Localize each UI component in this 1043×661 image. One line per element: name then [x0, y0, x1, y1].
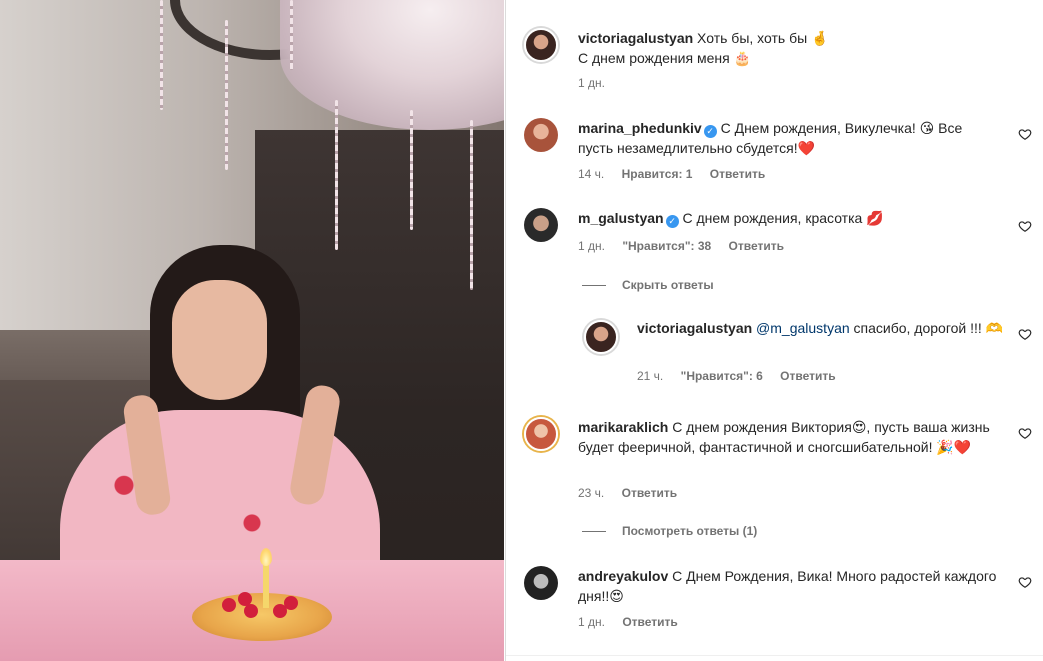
heart-icon[interactable] [1018, 426, 1034, 442]
heart-icon[interactable] [1018, 127, 1034, 143]
photo-raspberry [238, 592, 252, 606]
reply-body: спасибо, дорогой !!! 🫶 [849, 320, 1004, 336]
comment-text: m_galustyan ✓ С днем рождения, красотка 💋 [578, 208, 998, 228]
heart-icon[interactable] [1018, 327, 1034, 343]
view-replies-label: Посмотреть ответы (1) [622, 524, 758, 538]
reply-button[interactable]: Ответить [729, 239, 784, 253]
divider-line [582, 531, 606, 533]
reply-button[interactable]: Ответить [622, 615, 677, 629]
photo-raspberry [284, 596, 298, 610]
comment-text: marina_phedunkiv ✓ С Днем рождения, Викул… [578, 118, 998, 158]
comment-meta: 23 ч. Ответить [578, 486, 691, 500]
comment-text: marikaraklich С днем рождения Виктория😍,… [578, 417, 998, 457]
crystal-strand [470, 120, 473, 290]
username[interactable]: marina_phedunkiv [578, 120, 702, 136]
comment-meta: 1 дн. "Нравится": 38 Ответить [578, 239, 798, 253]
comment-meta: 1 дн. Ответить [578, 615, 692, 629]
crystal-strand [410, 110, 413, 230]
comment-text: andreyakulov С Днем Рождения, Вика! Мног… [578, 566, 998, 606]
crystal-strand [160, 0, 163, 110]
timestamp[interactable]: 1 дн. [578, 239, 605, 253]
likes-count[interactable]: Нравится: 1 [622, 167, 693, 181]
photo-cake [192, 593, 332, 641]
crystal-strand [225, 20, 228, 170]
reply-button[interactable]: Ответить [622, 486, 677, 500]
photo-raspberry [222, 598, 236, 612]
crystal-strand [290, 0, 293, 70]
photo-candle [263, 562, 269, 608]
timestamp[interactable]: 21 ч. [637, 369, 663, 383]
timestamp[interactable]: 1 дн. [578, 76, 605, 90]
avatar[interactable] [524, 28, 558, 62]
caption-text: victoriagalustyan Хоть бы, хоть бы 🤞 С д… [578, 28, 998, 68]
crystal-strand [335, 100, 338, 250]
timestamp[interactable]: 14 ч. [578, 167, 604, 181]
username[interactable]: victoriagalustyan [637, 320, 752, 336]
caption-line-2: С днем рождения меня 🎂 [578, 50, 752, 66]
reply-meta: 21 ч. "Нравится": 6 Ответить [637, 369, 850, 383]
timestamp[interactable]: 23 ч. [578, 486, 604, 500]
caption-meta: 1 дн. [578, 76, 619, 90]
username[interactable]: andreyakulov [578, 568, 668, 584]
username[interactable]: m_galustyan [578, 210, 664, 226]
hide-replies-button[interactable]: Скрыть ответы [582, 278, 714, 292]
likes-count[interactable]: "Нравится": 6 [681, 369, 763, 383]
comment-body: С днем рождения, красотка 💋 [682, 210, 884, 226]
avatar[interactable] [524, 118, 558, 152]
comment-meta: 14 ч. Нравится: 1 Ответить [578, 167, 779, 181]
timestamp[interactable]: 1 дн. [578, 615, 605, 629]
reply-button[interactable]: Ответить [710, 167, 765, 181]
panel-bottom-divider [506, 655, 1043, 656]
hide-replies-label: Скрыть ответы [622, 278, 714, 292]
comments-panel: victoriagalustyan Хоть бы, хоть бы 🤞 С д… [505, 0, 1043, 661]
heart-icon[interactable] [1018, 219, 1034, 235]
username[interactable]: victoriagalustyan [578, 30, 693, 46]
post-photo[interactable] [0, 0, 504, 661]
divider-line [582, 285, 606, 287]
caption-line-1: Хоть бы, хоть бы 🤞 [697, 30, 829, 46]
mention-link[interactable]: @m_galustyan [756, 320, 850, 336]
reply-button[interactable]: Ответить [780, 369, 835, 383]
photo-raspberry [244, 604, 258, 618]
heart-icon[interactable] [1018, 575, 1034, 591]
avatar[interactable] [524, 208, 558, 242]
avatar[interactable] [584, 320, 618, 354]
likes-count[interactable]: "Нравится": 38 [622, 239, 711, 253]
reply-text: victoriagalustyan @m_galustyan спасибо, … [637, 318, 1009, 338]
view-replies-button[interactable]: Посмотреть ответы (1) [582, 524, 757, 538]
verified-badge-icon: ✓ [665, 215, 679, 228]
verified-badge-icon: ✓ [703, 125, 717, 138]
photo-face [172, 280, 267, 400]
username[interactable]: marikaraklich [578, 419, 668, 435]
avatar[interactable] [524, 417, 558, 451]
photo-candle-flame [260, 548, 272, 566]
avatar[interactable] [524, 566, 558, 600]
